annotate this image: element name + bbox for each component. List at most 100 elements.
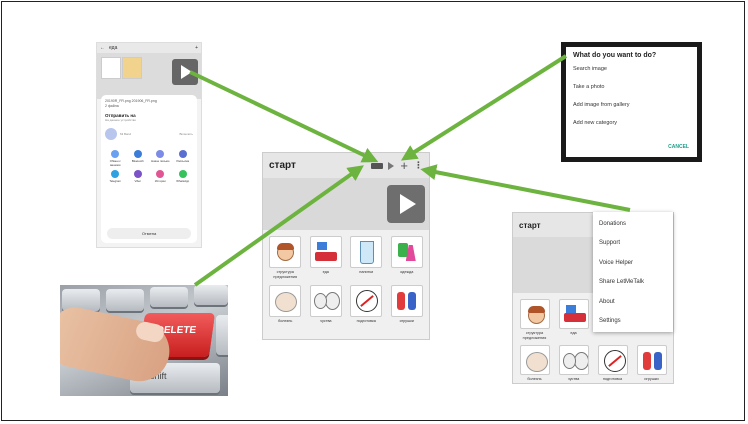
- category-tile[interactable]: одежда: [389, 236, 426, 279]
- share-app[interactable]: Истории: [150, 170, 171, 183]
- category-label: чуства: [319, 319, 332, 323]
- menu-item-support[interactable]: Support: [593, 234, 673, 254]
- category-image: [636, 345, 667, 375]
- category-tile[interactable]: напитки: [348, 236, 385, 279]
- app-label: Истории: [154, 179, 166, 183]
- sick-symbol: [525, 352, 548, 372]
- category-label: подготовка: [356, 319, 376, 323]
- blue-symbol: [316, 242, 327, 250]
- category-image: [558, 299, 589, 329]
- app-icon: [178, 170, 187, 178]
- app-icon: [133, 170, 142, 178]
- menu-item-voice-helper[interactable]: Voice Helper: [593, 253, 673, 273]
- category-tile[interactable]: болезнь: [517, 345, 552, 382]
- delete-key-icon[interactable]: [371, 162, 384, 169]
- sick-symbol: [275, 292, 298, 312]
- share-app[interactable]: Новое письмо: [150, 150, 171, 167]
- app-label: Новое письмо: [151, 159, 170, 163]
- category-image: [390, 236, 423, 268]
- keyboard-key: [194, 285, 228, 305]
- category-image: [350, 285, 383, 317]
- app-title: старт: [269, 160, 296, 171]
- category-image: [350, 236, 383, 268]
- category-tile[interactable]: чуства: [556, 345, 591, 382]
- play-button[interactable]: [387, 185, 425, 223]
- back-arrow-icon: ←: [100, 45, 105, 51]
- kid-symbol: [642, 352, 651, 370]
- avatar: [105, 128, 117, 140]
- share-app[interactable]: WhatsApp: [173, 170, 194, 183]
- share-app[interactable]: Telegram: [105, 170, 126, 183]
- category-tile[interactable]: еда: [556, 299, 591, 340]
- keyboard-key: [106, 289, 144, 311]
- share-app[interactable]: Рассылка: [173, 150, 194, 167]
- category-label: структура предложения: [522, 331, 547, 340]
- category-label: еда: [322, 270, 329, 274]
- share-topbar: ← еда +: [97, 43, 201, 53]
- plus-icon: +: [195, 45, 198, 51]
- main-app-screenshot: старт + ⋮ структура предложения еда напитк…: [262, 152, 430, 340]
- category-label: подготовка: [602, 377, 623, 381]
- app-title: старт: [519, 220, 541, 230]
- menu-item-about[interactable]: About: [593, 292, 673, 312]
- bed-symbol: [314, 252, 337, 261]
- share-arrow-icon[interactable]: [388, 161, 395, 170]
- app-label: Рассылка: [176, 159, 190, 163]
- category-label: напитки: [359, 270, 374, 274]
- add-dialog-screenshot: What do you want to do? Search image Tak…: [561, 42, 702, 162]
- category-tile[interactable]: структура предложения: [517, 299, 552, 340]
- delete-key-photo: DELETE shift: [60, 285, 228, 396]
- nearby-device[interactable]: Mi Band Включить: [105, 128, 193, 140]
- app-icon: [156, 150, 165, 158]
- category-tile[interactable]: игрушки: [634, 345, 669, 382]
- category-tile[interactable]: еда: [308, 236, 345, 279]
- file-count: 2 файла: [105, 104, 119, 108]
- dialog-title: What do you want to do?: [573, 52, 657, 59]
- category-label: еда: [570, 331, 577, 335]
- category-image: [519, 345, 550, 375]
- overflow-menu-icon[interactable]: ⋮: [414, 160, 423, 171]
- preview-thumbnail: [101, 57, 121, 79]
- share-app[interactable]: Bluetooth: [128, 150, 149, 167]
- menu-item-donations[interactable]: Donations: [593, 214, 673, 234]
- category-tile[interactable]: подготовка: [348, 285, 385, 324]
- add-dialog: What do you want to do? Search image Tak…: [566, 47, 697, 157]
- share-title: еда: [109, 45, 118, 51]
- option-search-image[interactable]: Search image: [573, 66, 690, 84]
- category-label: игрушки: [399, 319, 414, 323]
- app-label: Viber: [134, 179, 141, 183]
- app-icon: [111, 150, 120, 158]
- kid-symbol: [396, 292, 405, 310]
- option-add-category[interactable]: Add new category: [573, 120, 690, 138]
- overflow-menu: Donations Support Voice Helper Share LetMeT…: [593, 212, 673, 332]
- send-to-sub: На данное устройство: [105, 118, 137, 122]
- category-image: [390, 285, 423, 317]
- share-app[interactable]: Обмен с вашими: [105, 150, 126, 167]
- menu-item-share-letmetalk[interactable]: Share LetMeTalk: [593, 273, 673, 293]
- category-image: [269, 285, 302, 317]
- category-tile[interactable]: болезнь: [267, 285, 304, 324]
- category-grid: структура предложения еда напитки одежда бол…: [263, 230, 429, 330]
- category-tile[interactable]: подготовка: [595, 345, 630, 382]
- cancel-button[interactable]: Отмена: [107, 228, 191, 239]
- prohibition-symbol: [603, 350, 626, 372]
- option-add-from-gallery[interactable]: Add image from gallery: [573, 102, 690, 120]
- bed-symbol: [563, 313, 586, 322]
- add-icon[interactable]: +: [400, 159, 408, 172]
- category-tile[interactable]: игрушки: [389, 285, 426, 324]
- category-tile[interactable]: чуства: [308, 285, 345, 324]
- app-label: WhatsApp: [176, 179, 190, 183]
- dialog-cancel-button[interactable]: CANCEL: [668, 144, 689, 150]
- keyboard-key: [216, 315, 228, 355]
- face-symbol: [277, 243, 295, 261]
- share-app[interactable]: Viber: [128, 170, 149, 183]
- option-take-photo[interactable]: Take a photo: [573, 84, 690, 102]
- enable-link[interactable]: Включить: [180, 132, 193, 136]
- category-tile[interactable]: структура предложения: [267, 236, 304, 279]
- category-label: болезнь: [278, 319, 293, 323]
- menu-item-settings[interactable]: Settings: [593, 312, 673, 332]
- play-icon: [172, 59, 198, 85]
- face-symbol: [527, 306, 545, 324]
- kid-symbol: [653, 352, 662, 370]
- app-icon: [111, 170, 120, 178]
